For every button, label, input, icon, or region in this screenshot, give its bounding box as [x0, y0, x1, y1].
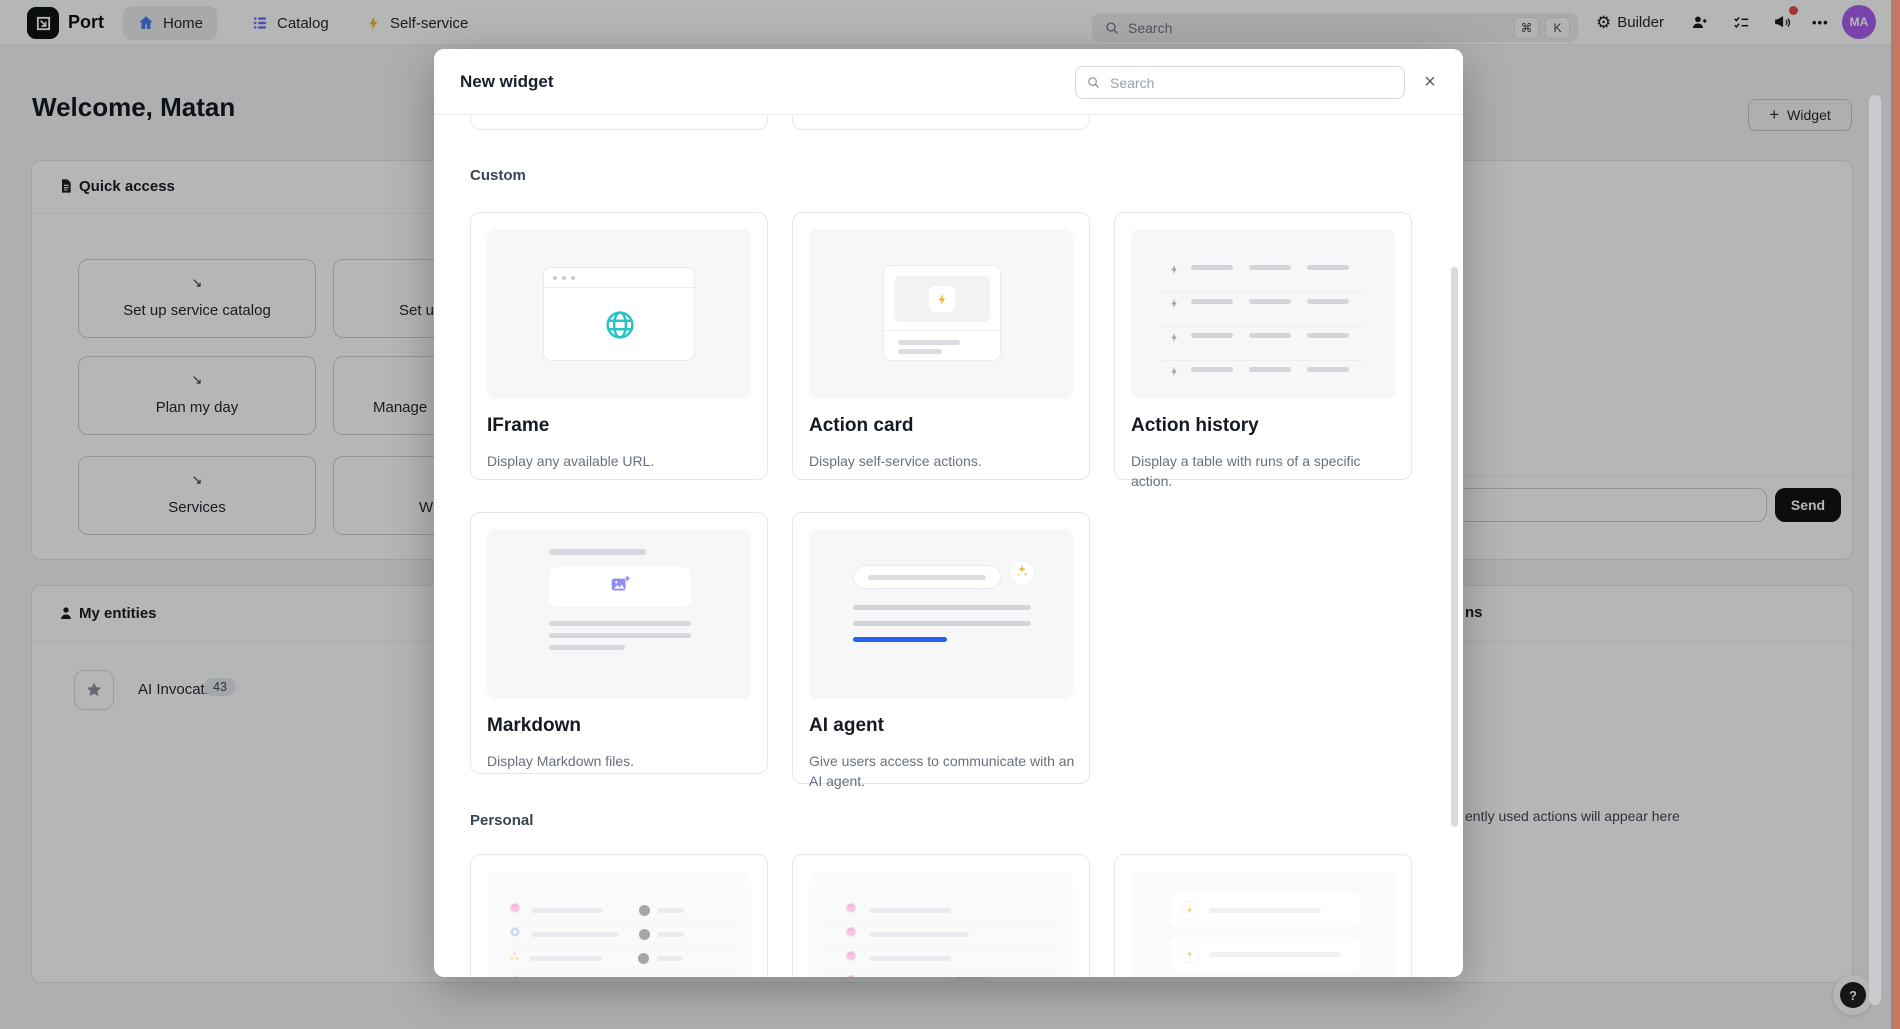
- widget-card-personal-1[interactable]: [470, 854, 768, 977]
- widget-search-input[interactable]: [1110, 75, 1394, 91]
- widget-card-title: Action card: [809, 415, 914, 437]
- close-icon[interactable]: ×: [1418, 70, 1442, 94]
- cube-icon: [845, 925, 857, 943]
- sparkles-icon: [1015, 564, 1029, 583]
- widget-card-markdown[interactable]: Markdown Display Markdown files.: [470, 512, 768, 774]
- cube-icon: [845, 901, 857, 919]
- gear-flower-icon: [509, 925, 521, 943]
- search-icon: [1086, 75, 1101, 90]
- widget-card-personal-2[interactable]: [792, 854, 1090, 977]
- widget-card-description: Give users access to communicate with an…: [809, 751, 1075, 792]
- section-label-custom: Custom: [470, 167, 526, 184]
- iframe-illustration: [487, 229, 751, 399]
- widget-card-title: Markdown: [487, 715, 581, 737]
- personal-illustration: [809, 871, 1073, 977]
- widget-card-action-card[interactable]: Action card Display self-service actions…: [792, 212, 1090, 480]
- widget-card-description: Display self-service actions.: [809, 451, 1075, 471]
- widget-card-title: AI agent: [809, 715, 884, 737]
- cube-icon: [845, 949, 857, 967]
- lightning-icon: [1181, 945, 1199, 963]
- personal-illustration: [1131, 871, 1395, 977]
- ai-agent-illustration: [809, 529, 1073, 699]
- personal-illustration: [487, 871, 751, 977]
- markdown-illustration: [487, 529, 751, 699]
- modal-scrollbar[interactable]: [1451, 267, 1458, 827]
- lightning-icon: [1169, 330, 1180, 348]
- widget-card-description: Display a table with runs of a specific …: [1131, 451, 1397, 492]
- widget-card-action-history[interactable]: Action history Display a table with runs…: [1114, 212, 1412, 480]
- screen: Port Home Catalog Self-service ⌘ K ⚙ Bui…: [0, 0, 1900, 1029]
- widget-card-description: Display any available URL.: [487, 451, 753, 471]
- widget-card-title: Action history: [1131, 415, 1259, 437]
- partial-widget-card[interactable]: [792, 115, 1090, 130]
- lightning-icon: [1181, 901, 1199, 919]
- image-plus-icon: [609, 574, 631, 601]
- new-widget-modal: New widget × Custom: [434, 49, 1463, 977]
- widget-card-description: Display Markdown files.: [487, 751, 753, 771]
- action-card-illustration: [809, 229, 1073, 399]
- widget-card-iframe[interactable]: IFrame Display any available URL.: [470, 212, 768, 480]
- drop-icon: [509, 973, 521, 977]
- page-scrollbar[interactable]: [1869, 95, 1881, 1005]
- modal-header: New widget ×: [434, 49, 1463, 115]
- widget-card-personal-3[interactable]: [1114, 854, 1412, 977]
- lightning-icon: [1169, 262, 1180, 280]
- section-label-personal: Personal: [470, 812, 533, 829]
- dots-icon: [509, 949, 520, 967]
- screen-edge-strip: [1891, 0, 1900, 1029]
- lightning-icon: [1169, 364, 1180, 382]
- cube-icon: [845, 973, 857, 977]
- widget-search[interactable]: [1075, 66, 1405, 99]
- widget-card-ai-agent[interactable]: AI agent Give users access to communicat…: [792, 512, 1090, 784]
- partial-widget-card[interactable]: [470, 115, 768, 130]
- lightning-icon: [1169, 296, 1180, 314]
- lightning-icon: [929, 286, 955, 312]
- widget-card-title: IFrame: [487, 415, 549, 437]
- cube-icon: [509, 901, 521, 919]
- globe-icon: [601, 306, 639, 349]
- modal-title: New widget: [460, 49, 554, 115]
- action-history-illustration: [1131, 229, 1395, 399]
